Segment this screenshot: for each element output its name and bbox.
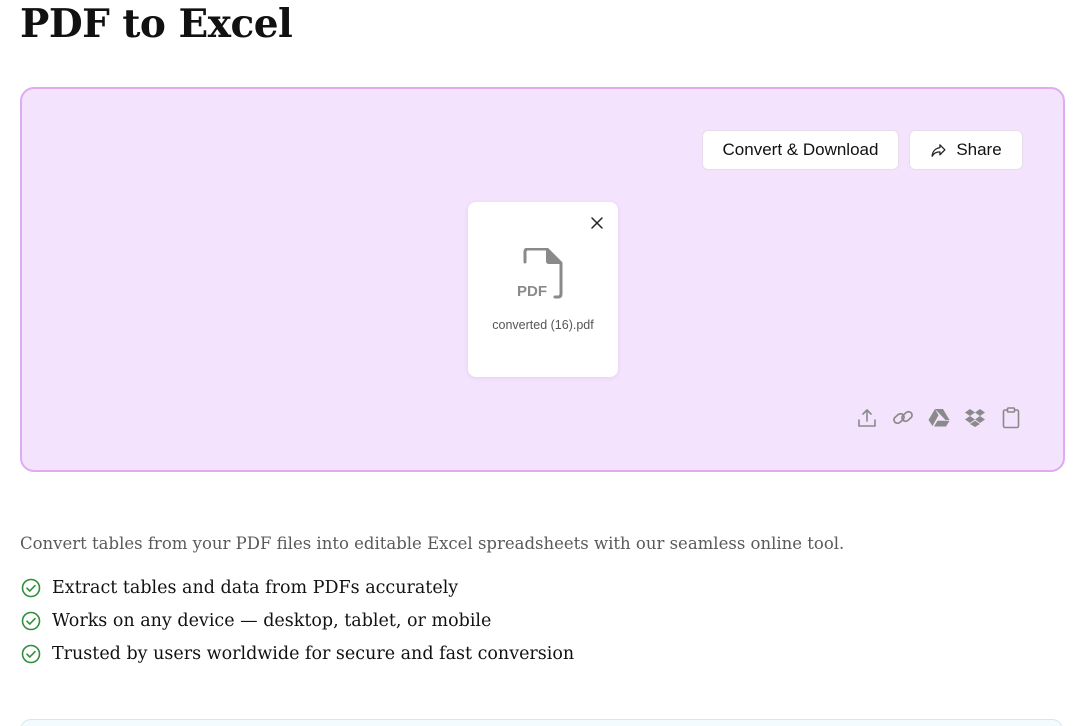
google-drive-icon[interactable] bbox=[928, 407, 950, 429]
convert-download-button[interactable]: Convert & Download bbox=[702, 130, 899, 170]
next-section-panel bbox=[20, 719, 1063, 726]
share-button[interactable]: Share bbox=[909, 130, 1023, 170]
check-circle-icon bbox=[20, 577, 42, 599]
feature-text: Trusted by users worldwide for secure an… bbox=[52, 643, 575, 664]
dropbox-icon[interactable] bbox=[964, 407, 986, 429]
check-circle-icon bbox=[20, 643, 42, 665]
page-title: PDF to Excel bbox=[20, 1, 293, 47]
file-name: converted (16).pdf bbox=[492, 318, 594, 332]
feature-item: Trusted by users worldwide for secure an… bbox=[20, 637, 574, 670]
share-arrow-icon bbox=[930, 142, 947, 159]
feature-list: Extract tables and data from PDFs accura… bbox=[20, 571, 574, 670]
close-icon[interactable] bbox=[588, 214, 606, 232]
upload-sources bbox=[856, 407, 1022, 429]
file-dropzone[interactable]: Convert & Download Share PDF converted (… bbox=[20, 87, 1065, 472]
feature-item: Works on any device — desktop, tablet, o… bbox=[20, 604, 574, 637]
tool-description: Convert tables from your PDF files into … bbox=[20, 534, 845, 553]
check-circle-icon bbox=[20, 610, 42, 632]
pdf-file-icon: PDF bbox=[515, 247, 565, 304]
feature-item: Extract tables and data from PDFs accura… bbox=[20, 571, 574, 604]
link-icon[interactable] bbox=[892, 407, 914, 429]
pdf-type-label: PDF bbox=[517, 283, 547, 300]
upload-icon[interactable] bbox=[856, 407, 878, 429]
share-label: Share bbox=[956, 140, 1002, 159]
feature-text: Works on any device — desktop, tablet, o… bbox=[52, 610, 492, 631]
feature-text: Extract tables and data from PDFs accura… bbox=[52, 577, 459, 598]
convert-download-label: Convert & Download bbox=[722, 140, 879, 159]
clipboard-icon[interactable] bbox=[1000, 407, 1022, 429]
file-card: PDF converted (16).pdf bbox=[468, 202, 618, 377]
